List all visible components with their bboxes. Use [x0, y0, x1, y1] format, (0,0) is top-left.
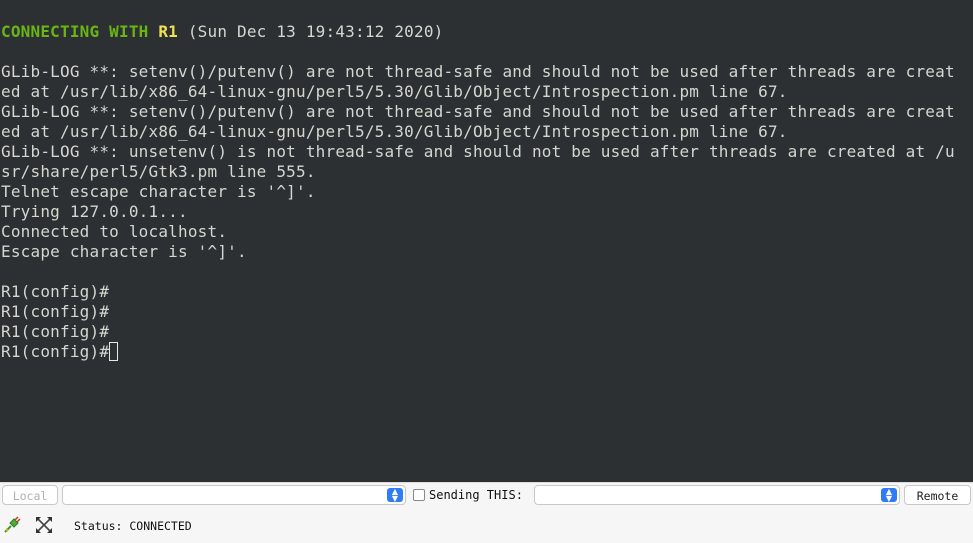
bottom-toolbar: Local ▲ ▼ Sending THIS: ▲ ▼ Remote Statu…	[0, 482, 973, 543]
terminal-line: R1(config)#	[1, 302, 110, 321]
sending-this-label: Sending THIS:	[429, 488, 523, 502]
header-prefix: CONNECTING WITH	[1, 22, 159, 41]
terminal-line: Connected to localhost.	[1, 222, 228, 241]
local-button[interactable]: Local	[2, 485, 58, 505]
status-row: Status: CONNECTED	[0, 513, 973, 539]
sending-combo[interactable]: ▲ ▼	[534, 485, 900, 505]
terminal-line: R1(config)#	[1, 282, 110, 301]
header-timestamp: (Sun Dec 13 19:43:12 2020)	[178, 22, 444, 41]
connection-status: Status: CONNECTED	[74, 519, 192, 533]
header-router-name: R1	[158, 22, 178, 41]
active-prompt: R1(config)#	[1, 342, 110, 361]
sending-this-checkbox[interactable]	[413, 489, 425, 501]
connect-plug-icon[interactable]	[2, 515, 22, 535]
terminal-line: GLib-LOG **: setenv()/putenv() are not t…	[1, 62, 955, 81]
terminal-line: sr/share/perl5/Gtk3.pm line 555.	[1, 162, 316, 181]
prompt-line[interactable]: R1(config)#	[1, 342, 973, 362]
terminal-line: Escape character is '^]'.	[1, 242, 247, 261]
send-row: Local ▲ ▼ Sending THIS: ▲ ▼ Remote	[0, 485, 973, 507]
text-cursor	[109, 342, 119, 361]
terminal-line: Telnet escape character is '^]'.	[1, 182, 316, 201]
chevron-up-down-icon[interactable]: ▲ ▼	[881, 488, 897, 503]
local-combo[interactable]: ▲ ▼	[62, 485, 406, 505]
chevron-up-down-icon[interactable]: ▲ ▼	[387, 488, 403, 503]
connection-header: CONNECTING WITH R1 (Sun Dec 13 19:43:12 …	[1, 22, 973, 42]
remote-button[interactable]: Remote	[904, 485, 971, 505]
terminal-output[interactable]: CONNECTING WITH R1 (Sun Dec 13 19:43:12 …	[0, 0, 973, 482]
terminal-line: R1(config)#	[1, 322, 110, 341]
terminal-line: GLib-LOG **: unsetenv() is not thread-sa…	[1, 142, 955, 161]
expand-arrows-icon[interactable]	[34, 515, 54, 535]
terminal-line: Trying 127.0.0.1...	[1, 202, 188, 221]
terminal-line: ed at /usr/lib/x86_64-linux-gnu/perl5/5.…	[1, 122, 788, 141]
terminal-line: GLib-LOG **: setenv()/putenv() are not t…	[1, 102, 955, 121]
terminal-line: ed at /usr/lib/x86_64-linux-gnu/perl5/5.…	[1, 82, 788, 101]
